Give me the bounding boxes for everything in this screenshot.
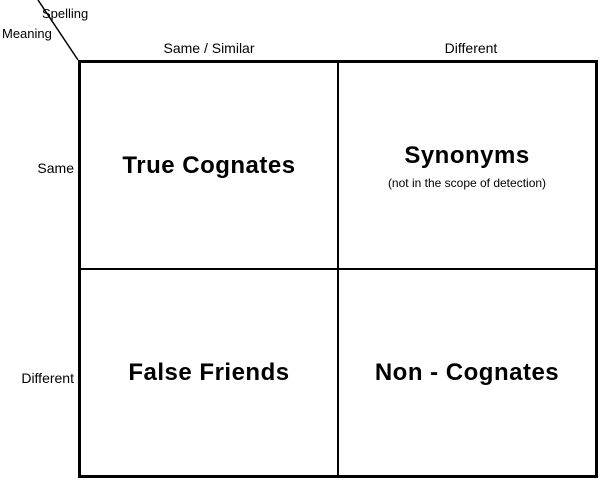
col-header-different: Different [340, 40, 602, 56]
cell-title: Non - Cognates [375, 359, 559, 387]
cell-synonyms: Synonyms (not in the scope of detection) [338, 62, 596, 269]
axis-label-meaning: Meaning [2, 26, 52, 41]
row-label-different: Different [4, 370, 74, 386]
column-headers: Same / Similar Different [78, 40, 602, 56]
cell-false-friends: False Friends [80, 269, 338, 476]
cell-non-cognates: Non - Cognates [338, 269, 596, 476]
cell-subtitle: (not in the scope of detection) [388, 176, 546, 190]
axis-label-spelling: Spelling [42, 6, 88, 21]
row-label-same: Same [4, 160, 74, 176]
cell-title: True Cognates [122, 152, 295, 180]
matrix-grid: True Cognates Synonyms (not in the scope… [78, 60, 598, 478]
col-header-same: Same / Similar [78, 40, 340, 56]
cell-title: False Friends [128, 359, 289, 387]
cell-title: Synonyms [404, 142, 529, 170]
cell-true-cognates: True Cognates [80, 62, 338, 269]
